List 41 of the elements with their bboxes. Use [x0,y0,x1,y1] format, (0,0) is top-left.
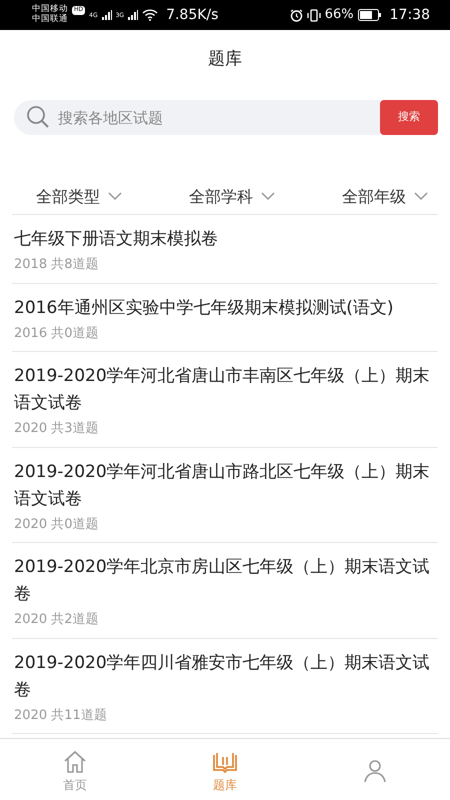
person-icon [362,758,388,782]
paper-title: 2019-2020学年河北省唐山市丰南区七年级（上）期末语文试卷 [14,365,431,415]
paper-meta: 2020 共0道题 [14,516,100,534]
paper-meta: 2020 共11道题 [14,706,108,724]
home-icon [62,750,88,774]
caret-icon [108,192,122,201]
filter-dropdown[interactable]: 全部类型 [36,184,122,208]
battery-level: 66% [324,6,354,24]
search-button[interactable]: 搜索 [380,100,438,135]
caret-icon [414,192,428,201]
paper-item[interactable]: 2019-2020学年四川省雅安市七年级（上）期末语文试卷 2020 共11道题 [12,638,438,734]
paper-title: 2019-2020学年河北省唐山市路北区七年级（上）期末语文试卷 [14,460,431,510]
carrier-name: 中国移动 [32,5,68,14]
paper-title: 2019-2020学年四川省雅安市七年级（上）期末语文试卷 [14,652,431,702]
alarm-icon [290,8,303,22]
paper-item[interactable]: 2019-2020学年河北省唐山市路北区七年级（上）期末语文试卷 2020 共0道题 [12,448,438,543]
signal-icon [102,10,112,20]
paper-title: 2019-2020学年北京市房山区七年级（上）期末语文试卷 [14,556,431,606]
paper-meta: 2018 共8道题 [14,256,100,274]
network-speed: 7.85K/s [166,6,218,24]
clock: 17:38 [390,6,430,24]
search-icon [26,105,50,129]
page-title: 题库 [208,48,242,72]
search-field[interactable]: 搜索各地区试题 [14,100,380,135]
paper-title: 七年级下册语文期末模拟卷 [14,228,219,251]
paper-meta: 2016 共0道题 [14,324,100,342]
paper-item[interactable]: 2016年通州区实验中学七年级期末模拟测试(语文) 2016 共0道题 [12,284,438,352]
paper-meta: 2020 共3道题 [14,420,100,438]
paper-meta: 2020 共2道题 [14,611,100,629]
wifi-icon [142,9,158,21]
filter-dropdown[interactable]: 全部学科 [189,184,275,208]
paper-item[interactable]: 七年级下册语文期末模拟卷 2018 共8道题 [12,215,438,284]
filter-dropdown[interactable]: 全部年级 [342,184,428,208]
paper-item[interactable]: 2019-2020学年河北省唐山市丰南区七年级（上）期末语文试卷 2020 共3道题 [12,352,438,448]
battery-icon [358,9,382,21]
paper-item[interactable]: 2019-2020学年北京市房山区七年级（上）期末语文试卷 2020 共2道题 [12,543,438,638]
vibrate-icon [306,8,321,22]
paper-title: 2016年通州区实验中学七年级期末模拟测试(语文) [14,296,395,320]
signal-icon [128,10,138,20]
carrier-name: 中国联通 [32,15,69,25]
caret-icon [261,192,275,201]
